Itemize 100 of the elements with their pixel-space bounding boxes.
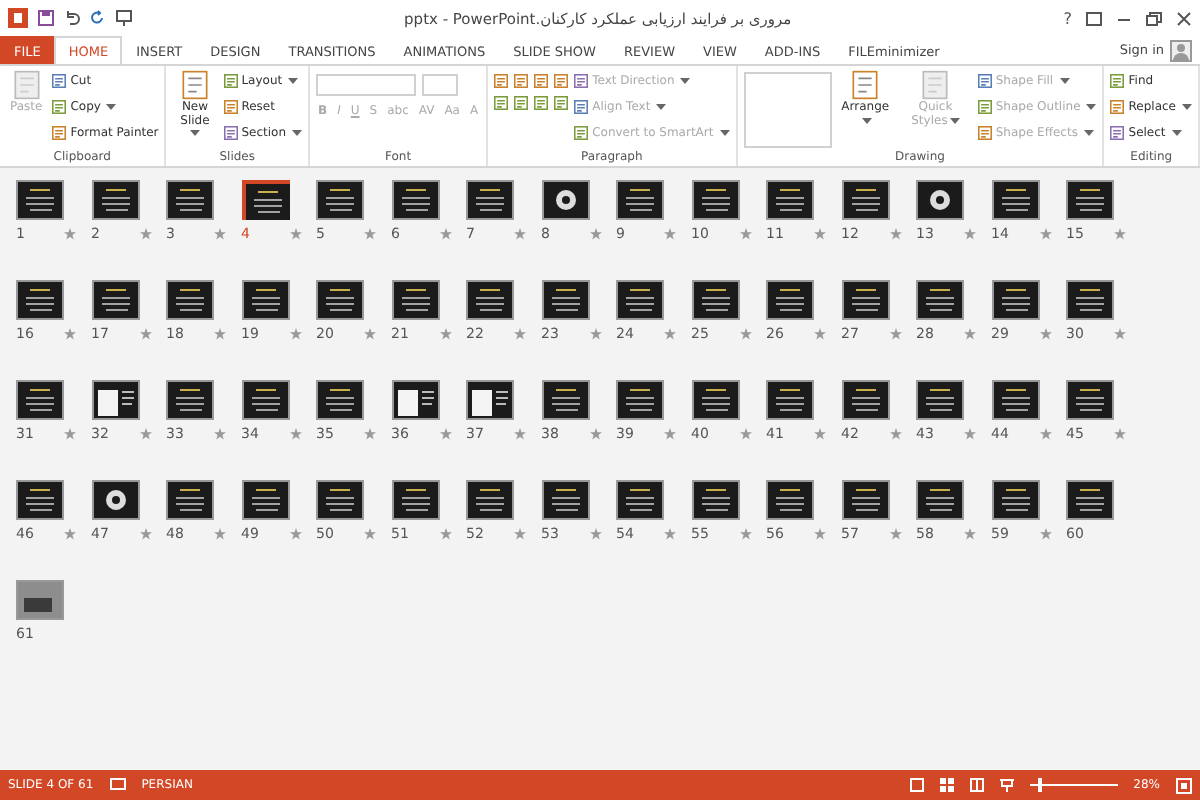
presentation-icon[interactable]: [999, 778, 1014, 792]
star-icon[interactable]: [1039, 528, 1051, 540]
star-icon[interactable]: [64, 428, 76, 440]
slide-thumbnail[interactable]: [991, 480, 1039, 520]
star-icon[interactable]: [514, 328, 526, 340]
slide-thumbnail[interactable]: [391, 180, 439, 220]
star-icon[interactable]: [1114, 328, 1126, 340]
star-icon[interactable]: [814, 228, 826, 240]
star-icon[interactable]: [814, 328, 826, 340]
slide-thumbnail[interactable]: [616, 180, 664, 220]
slide-thumbnail[interactable]: [1066, 280, 1114, 320]
slideshow-icon[interactable]: [116, 10, 132, 26]
star-icon[interactable]: [814, 428, 826, 440]
star-icon[interactable]: [964, 228, 976, 240]
star-icon[interactable]: [289, 528, 301, 540]
slide-thumbnail[interactable]: [691, 380, 739, 420]
star-icon[interactable]: [664, 328, 676, 340]
restore-icon[interactable]: [1146, 11, 1162, 25]
slide-thumbnail[interactable]: [166, 380, 214, 420]
ribbon-display-icon[interactable]: [1086, 11, 1102, 25]
star-icon[interactable]: [214, 328, 226, 340]
star-icon[interactable]: [1039, 228, 1051, 240]
star-icon[interactable]: [1039, 328, 1051, 340]
slide-thumbnail[interactable]: [991, 280, 1039, 320]
star-icon[interactable]: [139, 328, 151, 340]
slide-thumbnail[interactable]: [1066, 380, 1114, 420]
slide-thumbnail[interactable]: [916, 280, 964, 320]
star-icon[interactable]: [439, 328, 451, 340]
slide-thumbnail[interactable]: [91, 280, 139, 320]
star-icon[interactable]: [1039, 428, 1051, 440]
save-icon[interactable]: [38, 10, 54, 26]
star-icon[interactable]: [589, 228, 601, 240]
star-icon[interactable]: [514, 428, 526, 440]
star-icon[interactable]: [139, 428, 151, 440]
star-icon[interactable]: [664, 528, 676, 540]
slide-thumbnail[interactable]: [466, 480, 514, 520]
slide-thumbnail[interactable]: [391, 380, 439, 420]
star-icon[interactable]: [589, 328, 601, 340]
slide-thumbnail[interactable]: [16, 280, 64, 320]
fit-to-window-icon[interactable]: [1176, 777, 1192, 793]
slide-thumbnail[interactable]: [316, 180, 364, 220]
slide-thumbnail[interactable]: [166, 480, 214, 520]
star-icon[interactable]: [664, 428, 676, 440]
star-icon[interactable]: [889, 528, 901, 540]
slide-thumbnail[interactable]: [766, 280, 814, 320]
star-icon[interactable]: [964, 328, 976, 340]
star-icon[interactable]: [739, 228, 751, 240]
star-icon[interactable]: [964, 528, 976, 540]
star-icon[interactable]: [739, 328, 751, 340]
star-icon[interactable]: [289, 428, 301, 440]
star-icon[interactable]: [364, 528, 376, 540]
star-icon[interactable]: [214, 528, 226, 540]
slide-thumbnail[interactable]: [91, 480, 139, 520]
slide-thumbnail[interactable]: [841, 480, 889, 520]
slide-thumbnail[interactable]: [241, 480, 289, 520]
star-icon[interactable]: [214, 428, 226, 440]
slide-thumbnail[interactable]: [16, 180, 64, 220]
redo-icon[interactable]: [90, 10, 106, 26]
star-icon[interactable]: [364, 328, 376, 340]
star-icon[interactable]: [139, 528, 151, 540]
slide-thumbnail[interactable]: [16, 580, 64, 620]
slide-thumbnail[interactable]: [691, 280, 739, 320]
star-icon[interactable]: [514, 228, 526, 240]
star-icon[interactable]: [289, 228, 301, 240]
star-icon[interactable]: [439, 428, 451, 440]
normal-view-icon[interactable]: [909, 778, 924, 792]
slide-thumbnail[interactable]: [1066, 480, 1114, 520]
slide-thumbnail[interactable]: [241, 180, 289, 220]
slide-thumbnail[interactable]: [391, 480, 439, 520]
slide-thumbnail[interactable]: [916, 180, 964, 220]
slide-thumbnail[interactable]: [91, 380, 139, 420]
star-icon[interactable]: [1114, 228, 1126, 240]
slide-thumbnail[interactable]: [916, 480, 964, 520]
star-icon[interactable]: [64, 528, 76, 540]
slide-thumbnail[interactable]: [541, 380, 589, 420]
star-icon[interactable]: [664, 228, 676, 240]
slide-thumbnail[interactable]: [616, 380, 664, 420]
star-icon[interactable]: [364, 428, 376, 440]
star-icon[interactable]: [814, 528, 826, 540]
help-button[interactable]: ?: [1063, 9, 1072, 27]
slide-thumbnail[interactable]: [766, 380, 814, 420]
star-icon[interactable]: [364, 228, 376, 240]
slide-thumbnail[interactable]: [16, 480, 64, 520]
slide-thumbnail[interactable]: [841, 280, 889, 320]
slide-thumbnail[interactable]: [541, 480, 589, 520]
star-icon[interactable]: [439, 528, 451, 540]
star-icon[interactable]: [289, 328, 301, 340]
star-icon[interactable]: [889, 228, 901, 240]
star-icon[interactable]: [739, 528, 751, 540]
slide-thumbnail[interactable]: [391, 280, 439, 320]
slide-thumbnail[interactable]: [241, 380, 289, 420]
slide-thumbnail[interactable]: [466, 380, 514, 420]
slide-thumbnail[interactable]: [541, 180, 589, 220]
font-name-field[interactable]: [316, 74, 416, 96]
star-icon[interactable]: [64, 328, 76, 340]
slide-thumbnail[interactable]: [91, 180, 139, 220]
slide-thumbnail[interactable]: [616, 280, 664, 320]
star-icon[interactable]: [964, 428, 976, 440]
slide-thumbnail[interactable]: [316, 380, 364, 420]
slide-thumbnail[interactable]: [766, 480, 814, 520]
